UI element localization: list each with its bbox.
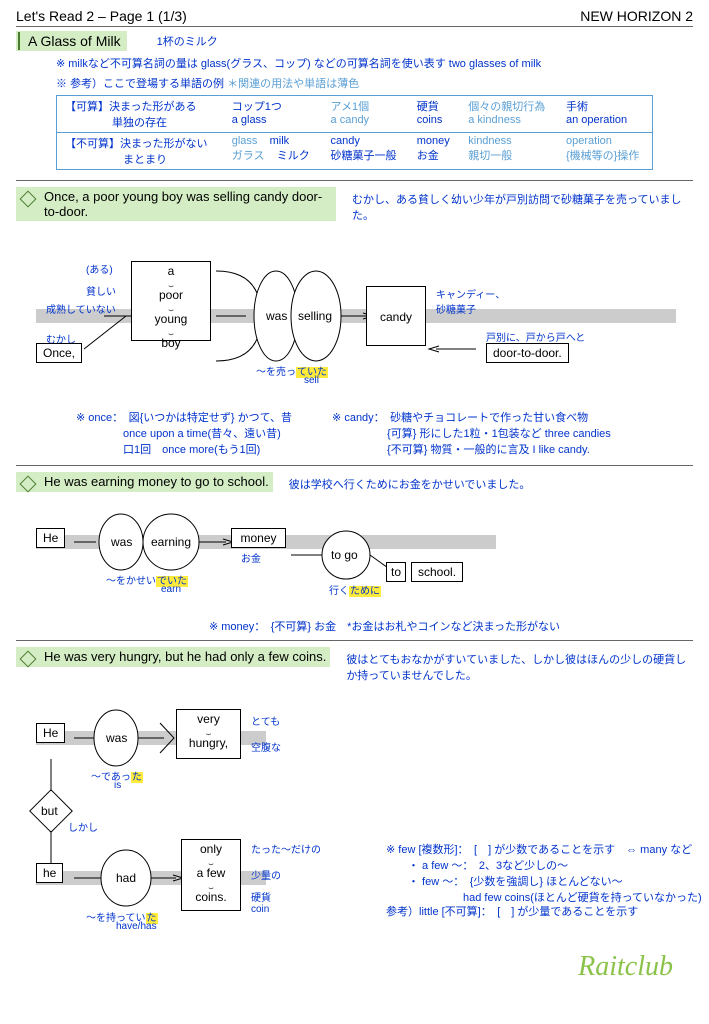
s1-selling: selling [298,309,332,323]
s2-jp: 彼は学校へ行くためにお金をかせいでいました。 [289,472,693,492]
s2-to: to [386,562,406,582]
title-en: A Glass of Milk [28,33,121,49]
s2-school: school. [411,562,463,582]
s3-but: but [41,804,58,818]
s3-note-few: ※ few [複数形]： [ ] が少数であることを示す ⇔ many など ・… [386,841,702,905]
vocab-count-label: 【可算】決まった形がある 単独の存在 [57,96,224,133]
s3-was: was [106,731,127,745]
diamond-icon [20,191,37,208]
s2-en: He was earning money to go to school. [42,474,269,489]
s1-candy: candy [366,286,426,346]
page-header: Let's Read 2 – Page 1 (1/3) NEW HORIZON … [16,8,693,27]
s1-en: Once, a poor young boy was selling candy… [42,189,332,219]
s1-note-once: ※ once： 図{いつかは特定せず} かつて、昔 once upon a ti… [76,409,292,457]
sentence-3-heading: He was very hungry, but he had only a fe… [16,647,693,683]
diamond-icon [20,651,37,668]
s2-money: money [231,528,286,548]
s2-was: was [111,535,132,549]
s1-jp: むかし、ある貧しく幼い少年が戸別訪問で砂糖菓子を売っていました。 [352,187,693,223]
s1-was: was [266,309,287,323]
s1-door: door-to-door. [486,343,569,363]
s1-note-candy: ※ candy： 砂糖やチョコレートで作った甘い食べ物 {可算} 形にした1粒・… [332,409,611,457]
note-vocab-intro: ※ 参考）ここで登場する単語の例 ＊関連の用法や単語は薄色 [56,75,693,91]
watermark: Raitclub [16,951,693,983]
sentence-2-heading: He was earning money to go to school. 彼は… [16,472,693,492]
title-section: A Glass of Milk 1杯のミルク [16,31,693,51]
s3-he2: he [36,863,63,883]
s1-subject-box: a ⏟ poor ⏟ young ⏟ boy [131,261,211,341]
s3-en: He was very hungry, but he had only a fe… [42,649,326,664]
title-jp: 1杯のミルク [157,33,218,49]
s3-he1: He [36,723,65,743]
s2-he: He [36,528,65,548]
s2-note-money: ※ money： {不可算} お金 *お金はお札やコインなど決まった形がない [76,618,693,634]
s3-note-little: 参考）little [不可算]： [ ] が少量であることを示す [386,903,638,919]
diamond-icon [20,476,37,493]
s2-earning: earning [151,535,191,549]
sentence-1-heading: Once, a poor young boy was selling candy… [16,187,693,223]
s1-once: Once, [36,343,82,363]
header-left: Let's Read 2 – Page 1 (1/3) [16,8,187,24]
s3-complement-box: very ⏟ hungry, [176,709,241,759]
s1-diagram: むかし Once, a ⏟ poor ⏟ young ⏟ boy (ある) 貧し… [16,231,693,401]
s2-diagram: He was earning ～をかせいでいた earn money お金 to… [16,500,693,610]
header-right: NEW HORIZON 2 [580,8,693,24]
diamond-icon [18,32,20,50]
s3-had: had [116,871,136,885]
s2-togo: to go [331,548,358,562]
vocab-table: 【可算】決まった形がある 単独の存在 コップ1つa glass アメ1個a ca… [56,95,653,170]
note-count-nouns: ※ milkなど不可算名詞の量は glass(グラス、コップ) などの可算名詞を… [56,55,693,71]
vocab-uncount-label: 【不可算】決まった形がない まとまり [57,133,224,170]
s3-diagram: He was ～であった is very ⏟ hungry, とても 空腹な b… [16,691,693,931]
s3-jp: 彼はとてもおなかがすいていました、しかし彼はほんの少しの硬貨しか持っていませんで… [346,647,693,683]
s3-object-box: only ⏟ a few ⏟ coins. [181,839,241,911]
